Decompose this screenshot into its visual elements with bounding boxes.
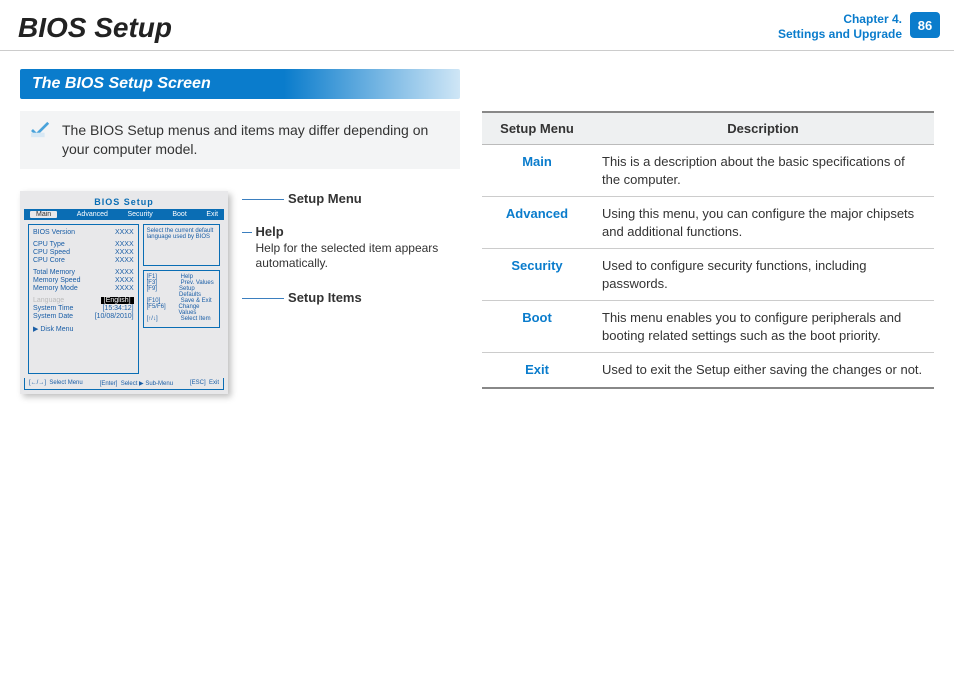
table-row: SecurityUsed to configure security funct…	[482, 249, 934, 301]
table-header-menu: Setup Menu	[482, 112, 592, 145]
bios-tab-exit: Exit	[206, 211, 218, 218]
note-box: The BIOS Setup menus and items may diffe…	[20, 111, 460, 169]
bios-keys-panel: [F1]Help [F3]Prev. Values [F9]Setup Defa…	[143, 270, 220, 328]
bios-footer-keys: [←/→] Select Menu [Enter] Select ▶ Sub-M…	[24, 378, 224, 390]
chapter-box: Chapter 4. Settings and Upgrade 86	[778, 12, 940, 42]
bios-screenshot: BIOS Setup Main Advanced Security Boot E…	[20, 191, 228, 394]
table-row: ExitUsed to exit the Setup either saving…	[482, 353, 934, 388]
table-header-desc: Description	[592, 112, 934, 145]
page-number-badge: 86	[910, 12, 940, 38]
chapter-label: Chapter 4. Settings and Upgrade	[778, 12, 902, 42]
bios-tab-bar: Main Advanced Security Boot Exit	[24, 209, 224, 220]
bios-tab-security: Security	[127, 211, 152, 218]
bios-tab-boot: Boot	[172, 211, 186, 218]
bios-tab-advanced: Advanced	[77, 211, 108, 218]
check-note-icon	[30, 121, 52, 139]
callout-help: Help Help for the selected item appears …	[256, 224, 460, 272]
table-row: MainThis is a description about the basi…	[482, 145, 934, 197]
page-title: BIOS Setup	[18, 12, 172, 44]
table-row: BootThis menu enables you to configure p…	[482, 301, 934, 353]
callouts: Setup Menu Help Help for the selected it…	[242, 191, 460, 394]
bios-diagram: BIOS Setup Main Advanced Security Boot E…	[20, 191, 460, 394]
note-text: The BIOS Setup menus and items may diffe…	[62, 122, 428, 157]
callout-setup-menu: Setup Menu	[288, 191, 362, 206]
bios-items-panel: BIOS VersionXXXX CPU TypeXXXX CPU SpeedX…	[28, 224, 139, 374]
callout-setup-items: Setup Items	[288, 290, 362, 305]
section-heading: The BIOS Setup Screen	[20, 69, 460, 99]
bios-window-title: BIOS Setup	[24, 195, 224, 209]
bios-tab-main: Main	[30, 211, 57, 218]
page-header: BIOS Setup Chapter 4. Settings and Upgra…	[0, 0, 954, 44]
description-table: Setup Menu Description MainThis is a des…	[482, 111, 934, 389]
table-row: AdvancedUsing this menu, you can configu…	[482, 197, 934, 249]
header-rule	[0, 50, 954, 51]
bios-help-panel: Select the current default language used…	[143, 224, 220, 266]
